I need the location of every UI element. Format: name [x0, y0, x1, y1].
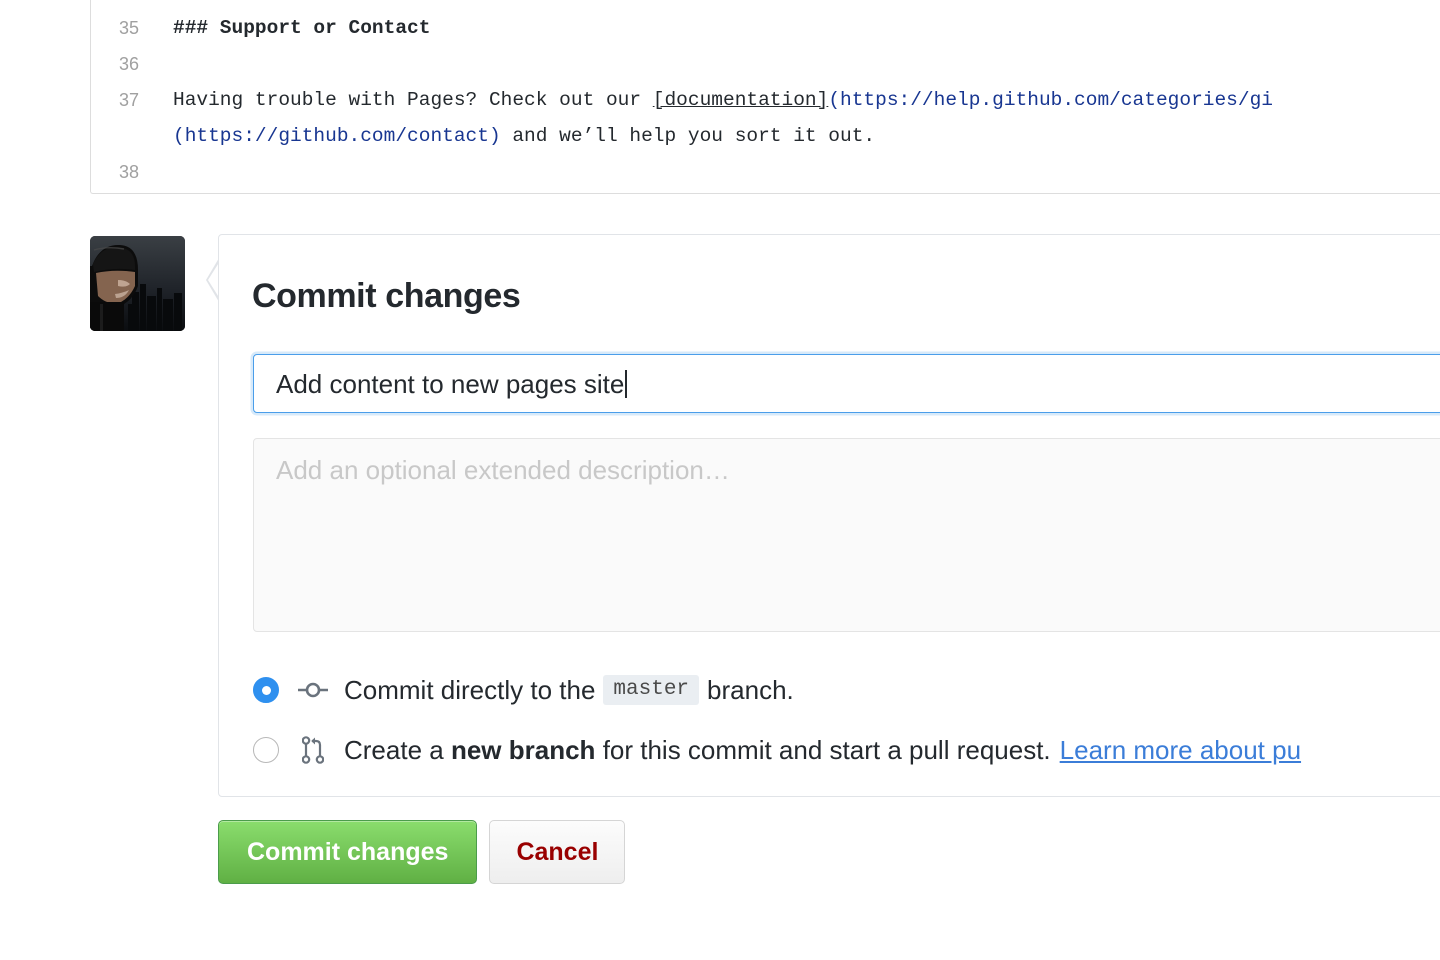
code-line: 36: [91, 46, 1440, 82]
commit-changes-button[interactable]: Commit changes: [218, 820, 477, 884]
code-markdown-linktext: [documentation]: [653, 89, 829, 111]
branch-name-badge: master: [603, 675, 699, 705]
code-markdown-url: (https://help.github.com/categories/gi: [828, 89, 1273, 111]
avatar: [90, 236, 185, 331]
commit-summary-input[interactable]: Add content to new pages site: [253, 354, 1440, 413]
line-number: 35: [91, 10, 173, 46]
code-line-content: Having trouble with Pages? Check out our…: [173, 82, 1440, 118]
file-code-block: 34 35 ### Support or Contact 36 37 Havin…: [90, 0, 1440, 194]
commit-description-textarea[interactable]: Add an optional extended description…: [253, 438, 1440, 632]
commit-summary-value: Add content to new pages site: [276, 371, 624, 397]
git-branch-icon: [298, 735, 328, 765]
option-text-before: Create a: [344, 735, 444, 766]
option-commit-directly-label: Commit directly to the master branch.: [344, 675, 794, 706]
code-line: 35 ### Support or Contact: [91, 10, 1440, 46]
code-line: 37 Having trouble with Pages? Check out …: [91, 82, 1440, 118]
learn-more-link[interactable]: Learn more about pu: [1060, 735, 1301, 766]
code-line: 38: [91, 154, 1440, 190]
code-markdown-url: (https://github.com/contact): [173, 125, 501, 147]
cancel-button[interactable]: Cancel: [489, 820, 625, 884]
option-text-after: branch.: [707, 675, 794, 706]
option-emphasis: new branch: [451, 735, 595, 766]
git-commit-icon: [298, 675, 328, 705]
code-text-plain: and we’ll help you sort it out.: [501, 125, 875, 147]
commit-description-placeholder: Add an optional extended description…: [276, 455, 730, 485]
code-line-content: (https://github.com/contact) and we’ll h…: [173, 118, 1440, 154]
option-text-after: for this commit and start a pull request…: [603, 735, 1051, 766]
option-create-new-branch[interactable]: Create a new branch for this commit and …: [253, 730, 1301, 770]
page-title: Commit changes: [252, 277, 520, 316]
line-number: 38: [91, 154, 173, 190]
option-commit-directly[interactable]: Commit directly to the master branch.: [253, 670, 794, 710]
page-root: 34 35 ### Support or Contact 36 37 Havin…: [0, 0, 1440, 960]
form-actions: Commit changes Cancel: [218, 820, 625, 884]
code-line: 34: [91, 0, 1440, 10]
radio-create-new-branch[interactable]: [253, 737, 279, 763]
code-line-content: ### Support or Contact: [173, 10, 1440, 46]
option-text-before: Commit directly to the: [344, 675, 595, 706]
commit-changes-panel: Commit changes Add content to new pages …: [218, 234, 1440, 797]
option-create-new-branch-label: Create a new branch for this commit and …: [344, 735, 1301, 766]
code-text-plain: Having trouble with Pages? Check out our: [173, 89, 653, 111]
line-number: 34: [91, 0, 173, 10]
code-line-wrap: (https://github.com/contact) and we’ll h…: [91, 118, 1440, 154]
text-caret: [625, 370, 627, 398]
line-number: 37: [91, 82, 173, 118]
line-number: 36: [91, 46, 173, 82]
radio-commit-directly[interactable]: [253, 677, 279, 703]
